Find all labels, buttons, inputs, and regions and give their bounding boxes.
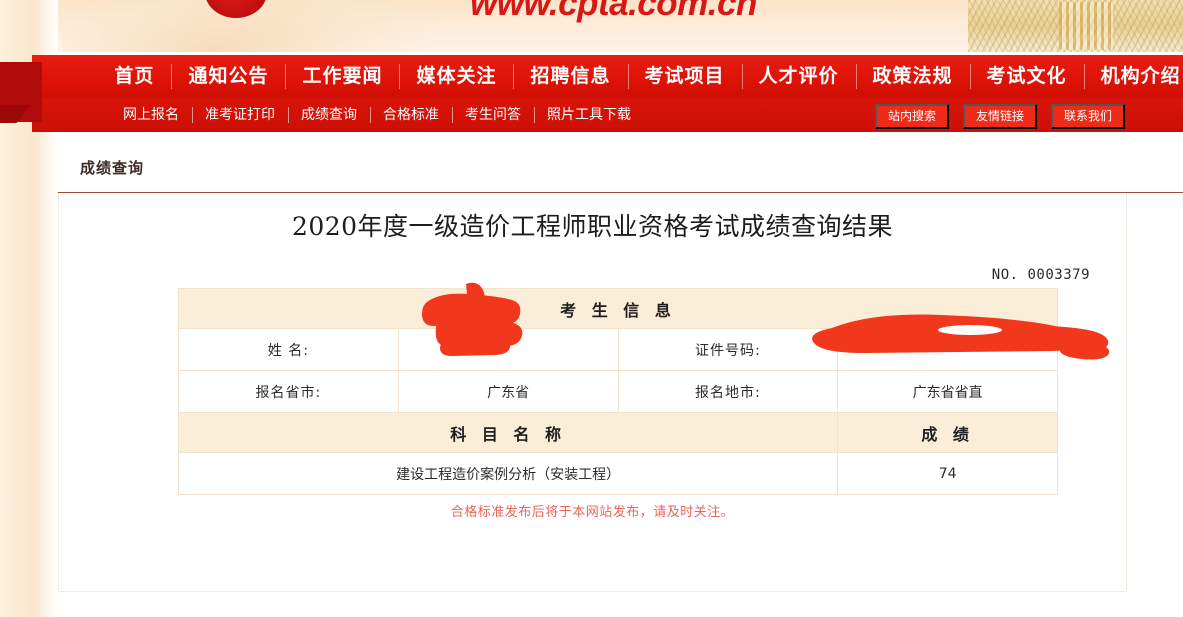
nav-item-exam-culture[interactable]: 考试文化: [969, 55, 1084, 98]
subject-name: 建设工程造价案例分析（安装工程）: [177, 452, 839, 495]
main-navigation-list: 首页 通知公告 工作要闻 媒体关注 招聘信息 考试项目 人才评价 政策法规 考试…: [32, 55, 1183, 98]
page-title: 2020年度一级造价工程师职业资格考试成绩查询结果: [291, 212, 894, 241]
subject-column-header: 科 目 名 称: [177, 412, 839, 453]
nav-item-recruitment[interactable]: 招聘信息: [513, 55, 627, 98]
name-label: 姓 名:: [178, 328, 399, 371]
nav-item-policy[interactable]: 政策法规: [855, 55, 970, 98]
banner-gold-texture: [968, 0, 1183, 52]
subnav-item-candidate-faq[interactable]: 考生问答: [452, 98, 534, 132]
subnav-item-online-registration[interactable]: 网上报名: [110, 98, 192, 132]
site-url-text: www.cpta.com.cn: [470, 0, 757, 23]
nav-item-about[interactable]: 机构介绍: [1083, 55, 1183, 98]
site-banner: www.cpta.com.cn: [0, 0, 1183, 52]
nav-item-announcements[interactable]: 通知公告: [171, 55, 285, 98]
table-row-score-header: 科 目 名 称 成 绩: [177, 412, 1058, 453]
province-value: 广东省: [397, 370, 619, 413]
candidate-info-header: 考 生 信 息: [178, 288, 1058, 329]
subnav-item-photo-tool[interactable]: 照片工具下载: [534, 98, 644, 132]
result-table: 考 生 信 息 姓 名: 证件号码: 报名省市: 广东省 报名地市: 广东省省直…: [177, 288, 1058, 495]
subnav-item-admission-ticket[interactable]: 准考证打印: [192, 98, 288, 132]
nav-item-talent-eval[interactable]: 人才评价: [741, 55, 856, 98]
nav-item-work-news[interactable]: 工作要闻: [285, 55, 399, 98]
friendly-links-button[interactable]: 友情链接: [962, 104, 1037, 129]
city-label: 报名地市:: [617, 370, 839, 413]
id-value: [837, 328, 1058, 371]
score-column-header: 成 绩: [837, 412, 1058, 453]
subnav-item-score-query[interactable]: 成绩查询: [288, 98, 370, 132]
nav-item-home[interactable]: 首页: [97, 55, 171, 98]
subnav-button-group: 站内搜索 友情链接 联系我们: [874, 104, 1125, 129]
breadcrumb: 成绩查询: [80, 159, 145, 177]
subject-score: 74: [837, 452, 1058, 495]
name-value: [397, 328, 619, 371]
site-search-button[interactable]: 站内搜索: [874, 104, 949, 129]
serial-number: NO. 0003379: [991, 267, 1090, 283]
subnav-item-pass-standard[interactable]: 合格标准: [370, 98, 452, 132]
nav-item-media[interactable]: 媒体关注: [399, 55, 513, 98]
city-value: 广东省省直: [837, 370, 1058, 413]
table-row-province-city: 报名省市: 广东省 报名地市: 广东省省直: [178, 370, 1058, 413]
sub-navigation-list: 网上报名 准考证打印 成绩查询 合格标准 考生问答 照片工具下载 站内搜索 友情…: [32, 98, 1183, 132]
nav-item-exam-projects[interactable]: 考试项目: [627, 55, 742, 98]
footnote-text: 合格标准发布后将于本网站发布，请及时关注。: [450, 505, 735, 520]
table-row-name-id: 姓 名: 证件号码:: [178, 328, 1058, 371]
contact-us-button[interactable]: 联系我们: [1050, 104, 1125, 129]
id-label: 证件号码:: [617, 328, 839, 371]
page-root: www.cpta.com.cn 首页 通知公告 工作要闻 媒体关注 招聘信息 考…: [0, 0, 1183, 617]
table-row: 建设工程造价案例分析（安装工程） 74: [177, 452, 1058, 495]
province-label: 报名省市:: [178, 370, 399, 413]
banner-gold-block: [1059, 2, 1113, 50]
sub-navigation: 网上报名 准考证打印 成绩查询 合格标准 考生问答 照片工具下载 站内搜索 友情…: [32, 98, 1183, 132]
main-navigation: 首页 通知公告 工作要闻 媒体关注 招聘信息 考试项目 人才评价 政策法规 考试…: [32, 55, 1183, 98]
content-area: 成绩查询 2020年度一级造价工程师职业资格考试成绩查询结果 NO. 00033…: [58, 132, 1183, 617]
table-row-candidate-header: 考 生 信 息: [178, 288, 1058, 329]
